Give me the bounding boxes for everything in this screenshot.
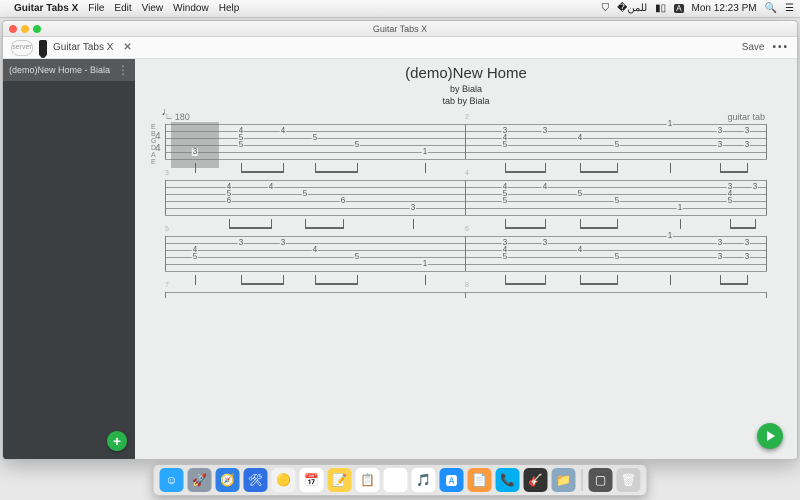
sidebar-item-song[interactable]: (demo)New Home - Biala ⋮ <box>3 59 135 81</box>
dock-app-reminders[interactable]: 📋 <box>356 468 380 492</box>
measure-number: 6 <box>465 226 469 233</box>
song-artist: by Biala <box>165 84 767 94</box>
app-toolbar: server Guitar Tabs X ✕ Save ••• <box>3 37 797 59</box>
measure-number: 5 <box>165 226 169 233</box>
dock-app-appstore[interactable]: 🅰 <box>440 468 464 492</box>
status-shield-icon[interactable]: ⛉ <box>602 3 610 14</box>
play-button[interactable] <box>757 423 783 449</box>
playhead-cursor[interactable] <box>171 122 219 168</box>
mac-menubar: Guitar Tabs X File Edit View Window Help… <box>0 0 800 18</box>
status-wifi-icon[interactable]: �للمن <box>617 3 647 14</box>
track-label: guitar tab <box>727 112 765 122</box>
spotlight-icon[interactable]: 🔍 <box>765 3 777 14</box>
dock-app-chrome[interactable]: 🟡 <box>272 468 296 492</box>
guitar-icon <box>39 40 47 56</box>
dock-app-safari[interactable]: 🧭 <box>216 468 240 492</box>
menu-view[interactable]: View <box>142 3 164 14</box>
menu-edit[interactable]: Edit <box>114 3 131 14</box>
window-zoom-button[interactable] <box>33 25 41 33</box>
window-title: Guitar Tabs X <box>3 24 797 34</box>
window-titlebar[interactable]: Guitar Tabs X <box>3 21 797 37</box>
dock-app-skype[interactable]: 📞 <box>496 468 520 492</box>
server-badge[interactable]: server <box>11 40 33 56</box>
app-name-label: Guitar Tabs X <box>53 42 113 53</box>
menu-file[interactable]: File <box>88 3 104 14</box>
measure-number: 7 <box>165 282 169 289</box>
dock-app-calendar2[interactable]: 🗓 <box>384 468 408 492</box>
staff-system-4[interactable]: 7 8 <box>165 292 767 298</box>
measure-number: 4 <box>465 170 469 177</box>
status-input-icon[interactable]: A <box>674 4 683 13</box>
dock-app-launchpad[interactable]: 🚀 <box>188 468 212 492</box>
menubar-clock[interactable]: Mon 12:23 PM <box>692 3 757 14</box>
dock-app-folder[interactable]: 📁 <box>552 468 576 492</box>
dock-app-trash[interactable]: 🗑 <box>617 468 641 492</box>
song-title: (demo)New Home <box>165 65 767 82</box>
dock-app-finder[interactable]: ☺ <box>160 468 184 492</box>
menu-app[interactable]: Guitar Tabs X <box>14 3 78 14</box>
save-button[interactable]: Save <box>742 42 765 53</box>
play-icon <box>767 431 775 441</box>
close-tab-button[interactable]: ✕ <box>123 42 131 53</box>
add-song-button[interactable]: + <box>107 431 127 451</box>
dock: ☺🚀🧭🛠🟡📅📝📋🗓🎵🅰📄📞🎸📁 ▢🗑 <box>153 464 648 496</box>
window-minimize-button[interactable] <box>21 25 29 33</box>
sidebar-item-label: (demo)New Home - Biala <box>9 65 110 75</box>
sidebar: (demo)New Home - Biala ⋮ + <box>3 59 135 459</box>
tab-editor[interactable]: (demo)New Home by Biala tab by Biala ♩= … <box>135 59 797 459</box>
measure-number: 8 <box>465 282 469 289</box>
dock-app-music[interactable]: 🎵 <box>412 468 436 492</box>
measure-number: 2 <box>465 114 469 121</box>
dock-app-xcode[interactable]: 🛠 <box>244 468 268 492</box>
dock-app-terminal[interactable]: ▢ <box>589 468 613 492</box>
app-window: Guitar Tabs X server Guitar Tabs X ✕ Sav… <box>2 20 798 460</box>
menu-window[interactable]: Window <box>173 3 209 14</box>
staff-system-3[interactable]: 5 6 45 3 3 4 5 1 345 3 4 5 <box>165 236 767 278</box>
dock-app-guitartabs[interactable]: 🎸 <box>524 468 548 492</box>
dock-app-notes[interactable]: 📝 <box>328 468 352 492</box>
staff-system-2[interactable]: 3 4 456 4 5 6 3 455 4 5 5 1 <box>165 180 767 222</box>
dock-app-pages[interactable]: 📄 <box>468 468 492 492</box>
staff-system-1[interactable]: EBGDAE 44 1 2 3 455 4 5 5 1 <box>165 124 767 166</box>
menubar-list-icon[interactable]: ☰ <box>785 3 794 14</box>
measure-number: 3 <box>165 170 169 177</box>
tempo-label: ♩= 180 <box>167 112 190 122</box>
window-close-button[interactable] <box>9 25 17 33</box>
dock-app-calendar[interactable]: 📅 <box>300 468 324 492</box>
menu-help[interactable]: Help <box>219 3 240 14</box>
measure-number: 1 <box>165 114 169 121</box>
song-tabber: tab by Biala <box>165 96 767 106</box>
status-battery-icon[interactable]: ▮▯ <box>655 3 666 14</box>
more-menu-button[interactable]: ••• <box>772 42 789 53</box>
